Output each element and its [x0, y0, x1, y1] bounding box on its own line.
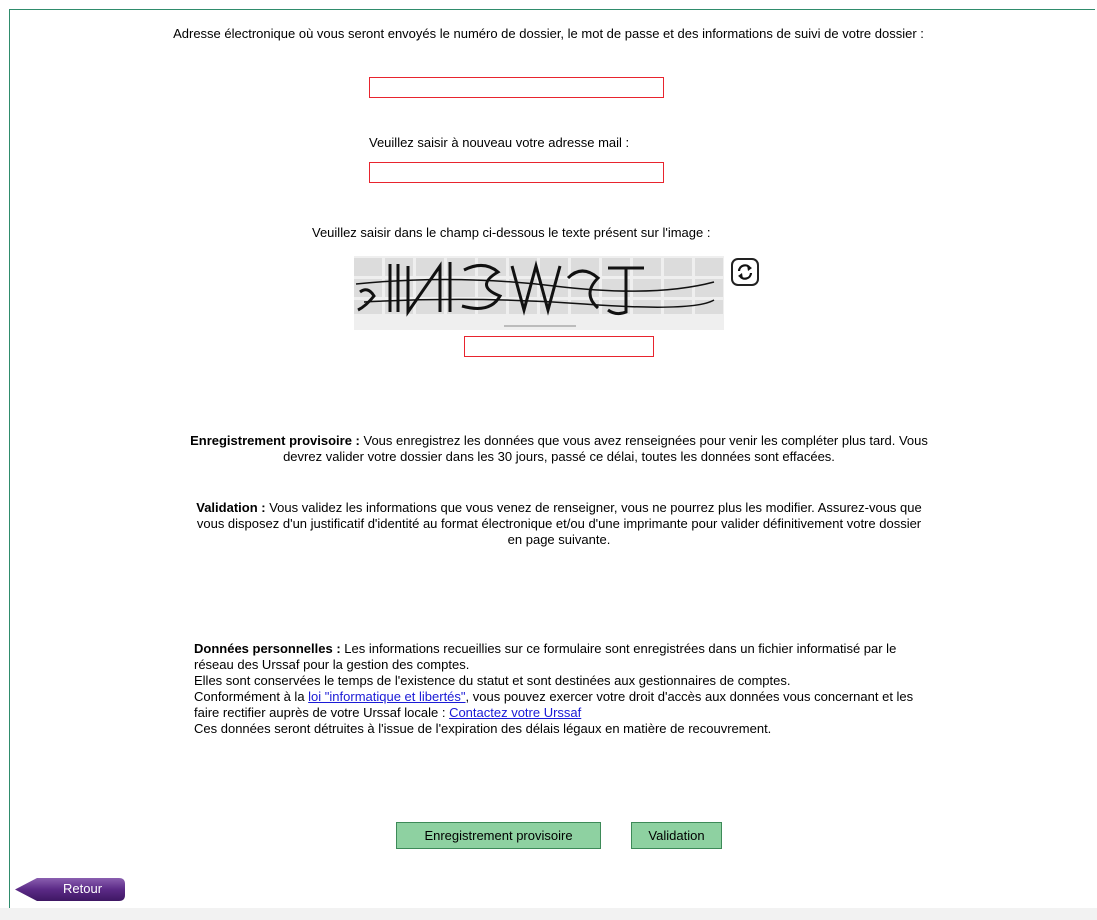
- email-label: Adresse électronique où vous seront envo…: [173, 26, 924, 41]
- validation-text: Vous validez les informations que vous v…: [196, 500, 922, 547]
- privacy-title: Données personnelles :: [194, 641, 341, 656]
- retour-label: Retour: [63, 881, 103, 896]
- footer-band: [0, 908, 1097, 920]
- privacy-info: Données personnelles : Les informations …: [194, 641, 926, 737]
- provisoire-info: Enregistrement provisoire : Vous enregis…: [190, 433, 928, 465]
- captcha-image: [354, 256, 724, 330]
- provisoire-title: Enregistrement provisoire :: [190, 433, 360, 448]
- privacy-text-3-before: Conformément à la: [194, 689, 309, 704]
- email-confirm-label: Veuillez saisir à nouveau votre adresse …: [369, 135, 630, 150]
- captcha-input[interactable]: [464, 336, 654, 357]
- validation-info: Validation : Vous validez les informatio…: [190, 500, 928, 548]
- email-field[interactable]: [369, 77, 664, 98]
- email-confirm-field[interactable]: [369, 162, 664, 183]
- validation-button[interactable]: Validation: [631, 822, 722, 849]
- validation-title: Validation :: [196, 500, 266, 515]
- refresh-icon[interactable]: [731, 258, 759, 286]
- provisoire-text: Vous enregistrez les données que vous av…: [283, 433, 928, 464]
- privacy-text-4: Ces données seront détruites à l'issue d…: [194, 721, 772, 736]
- enregistrement-provisoire-button[interactable]: Enregistrement provisoire: [396, 822, 601, 849]
- contact-urssaf-link[interactable]: Contactez votre Urssaf: [449, 705, 581, 720]
- retour-button[interactable]: Retour: [15, 876, 127, 903]
- captcha-label: Veuillez saisir dans le champ ci-dessous…: [312, 225, 711, 240]
- law-link[interactable]: loi "informatique et libertés": [308, 689, 465, 704]
- privacy-text-2: Elles sont conservées le temps de l'exis…: [194, 673, 791, 688]
